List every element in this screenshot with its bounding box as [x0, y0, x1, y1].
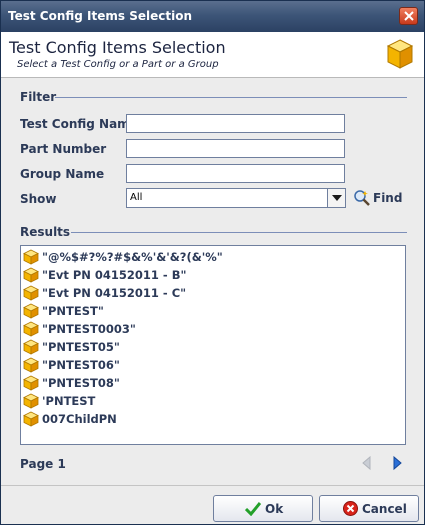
cube-icon [386, 39, 414, 69]
list-item[interactable]: "PNTEST05" [22, 338, 402, 356]
list-item-label: "@%$#?%?#$&%'&'&?(&'%" [42, 250, 223, 264]
header-subtitle: Select a Test Config or a Part or a Grou… [17, 59, 219, 70]
list-item-label: 007ChildPN [42, 412, 117, 426]
cube-icon [23, 393, 39, 409]
find-button-label: Find [373, 191, 403, 205]
list-item[interactable]: "PNTEST06" [22, 356, 402, 374]
checkmark-icon [245, 502, 261, 516]
results-list[interactable]: "@%$#?%?#$&%'&'&?(&'%" "Evt PN 04152011 -… [20, 245, 406, 445]
list-item[interactable]: "Evt PN 04152011 - C" [22, 284, 402, 302]
list-item[interactable]: "@%$#?%?#$&%'&'&?(&'%" [22, 248, 402, 266]
cancel-icon [343, 501, 358, 516]
cube-icon [23, 249, 39, 265]
filter-section-label: Filter [20, 90, 57, 104]
show-label: Show [20, 192, 57, 206]
next-page-button[interactable] [389, 455, 405, 471]
cube-icon [23, 267, 39, 283]
part-number-label: Part Number [20, 142, 107, 156]
list-item-label: "PNTEST08" [42, 376, 120, 390]
previous-page-button[interactable] [359, 455, 375, 471]
dialog-window: Test Config Items Selection Test Config … [0, 0, 425, 525]
cube-icon [23, 303, 39, 319]
header-title: Test Config Items Selection [9, 38, 226, 57]
cube-icon [23, 357, 39, 373]
cancel-button[interactable]: Cancel [319, 495, 419, 522]
list-item[interactable]: "PNTEST08" [22, 374, 402, 392]
list-item-label: 'PNTEST [42, 394, 96, 408]
list-item-label: "Evt PN 04152011 - B" [42, 268, 187, 282]
list-item[interactable]: "PNTEST0003" [22, 320, 402, 338]
list-item[interactable]: 'PNTEST [22, 392, 402, 410]
list-item-label: "PNTEST06" [42, 358, 120, 372]
list-item-label: "PNTEST" [42, 304, 104, 318]
group-name-label: Group Name [20, 167, 105, 181]
show-dropdown[interactable]: All [126, 188, 346, 208]
cube-icon [23, 285, 39, 301]
cube-icon [23, 339, 39, 355]
title-bar[interactable]: Test Config Items Selection [1, 1, 424, 32]
results-section-label: Results [20, 225, 71, 239]
ok-button-label: Ok [265, 502, 284, 516]
list-item[interactable]: "PNTEST" [22, 302, 402, 320]
list-item[interactable]: 007ChildPN [22, 410, 402, 428]
chevron-down-icon [332, 195, 342, 201]
test-config-name-field[interactable] [126, 114, 345, 133]
group-name-field[interactable] [126, 164, 345, 183]
cube-icon [23, 321, 39, 337]
cube-icon [23, 411, 39, 427]
dropdown-arrow[interactable] [327, 189, 345, 207]
list-item-label: "PNTEST05" [42, 340, 120, 354]
test-config-name-label: Test Config Name [20, 117, 138, 131]
close-button[interactable] [399, 7, 418, 25]
find-button[interactable]: Find [353, 188, 403, 208]
list-item-label: "PNTEST0003" [42, 322, 136, 336]
part-number-field[interactable] [126, 139, 345, 158]
page-indicator: Page 1 [20, 457, 66, 471]
show-dropdown-value: All [130, 192, 143, 203]
window-title: Test Config Items Selection [8, 9, 192, 23]
filter-divider [55, 97, 407, 98]
cube-icon [23, 375, 39, 391]
dialog-header: Test Config Items Selection Select a Tes… [1, 32, 424, 78]
ok-button[interactable]: Ok [213, 495, 313, 522]
close-icon [404, 11, 414, 21]
cancel-button-label: Cancel [362, 502, 407, 516]
search-icon [354, 190, 370, 206]
list-item[interactable]: "Evt PN 04152011 - B" [22, 266, 402, 284]
list-item-label: "Evt PN 04152011 - C" [42, 286, 187, 300]
footer-divider [1, 485, 424, 486]
results-divider [71, 232, 407, 233]
